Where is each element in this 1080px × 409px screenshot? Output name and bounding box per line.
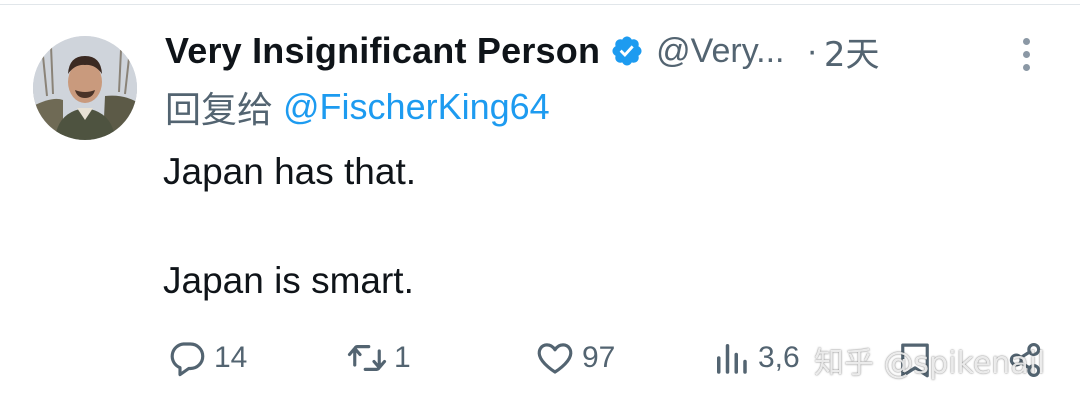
share-icon — [1009, 343, 1041, 377]
retweet-count: 1 — [394, 341, 411, 374]
replying-to: 回复给 @FischerKing64 — [165, 84, 550, 131]
retweet-icon — [347, 345, 387, 371]
tweet-text-line: Japan has that. — [163, 151, 417, 192]
display-name[interactable]: Very Insignificant Person — [165, 30, 600, 72]
reply-icon — [170, 342, 205, 377]
share-button[interactable] — [1004, 339, 1046, 381]
like-count: 97 — [582, 341, 616, 374]
author-handle[interactable]: @Very... — [656, 32, 784, 71]
bookmark-icon — [901, 343, 929, 378]
reply-prefix: 回复给 — [165, 90, 274, 131]
retweet-button[interactable]: 1 — [346, 337, 411, 379]
avatar[interactable] — [33, 36, 137, 140]
divider — [0, 4, 1080, 5]
more-options-icon[interactable] — [1016, 36, 1038, 72]
tweet-text-line: Japan is smart. — [163, 260, 414, 301]
heart-icon — [537, 343, 573, 374]
action-bar: 14 1 97 3,6 — [0, 333, 1080, 383]
tweet-card[interactable]: Very Insignificant Person @Very... · 2天 … — [0, 0, 1080, 409]
verified-badge-icon — [610, 34, 644, 68]
views-icon — [717, 344, 747, 374]
reply-button[interactable]: 14 — [166, 337, 247, 379]
views-button[interactable]: 3,6 — [710, 337, 800, 379]
time-separator: · — [806, 31, 818, 70]
tweet-time[interactable]: 2天 — [824, 27, 880, 76]
tweet-header: Very Insignificant Person @Very... · 2天 — [165, 27, 1045, 76]
views-count: 3,6 — [758, 341, 800, 374]
like-button[interactable]: 97 — [534, 337, 615, 379]
bookmark-button[interactable] — [894, 339, 936, 381]
reply-mention-link[interactable]: @FischerKing64 — [283, 86, 550, 128]
reply-count: 14 — [214, 341, 248, 374]
avatar-photo — [33, 36, 137, 140]
